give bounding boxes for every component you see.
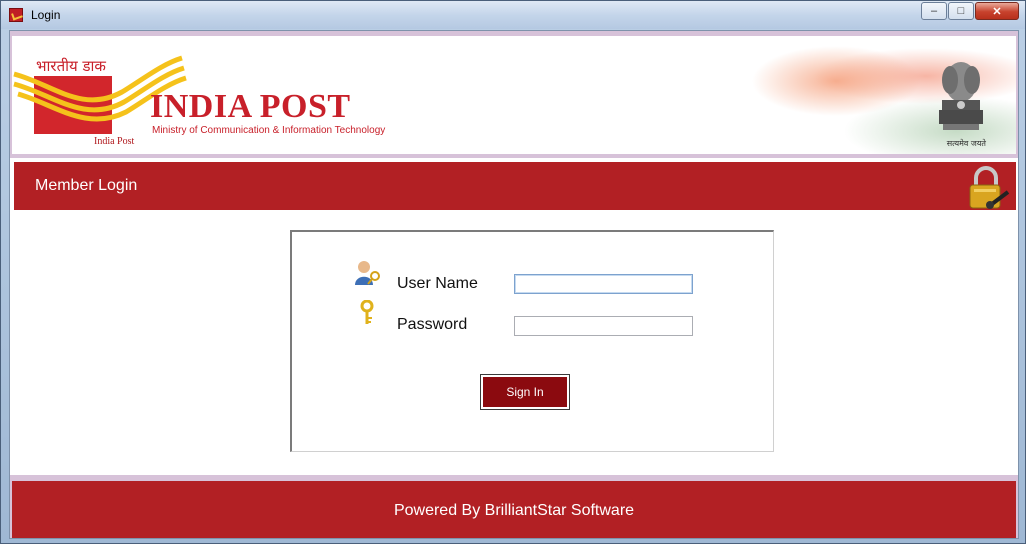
key-icon [360,300,374,324]
sign-in-label: Sign In [483,377,567,407]
window-title: Login [31,8,61,22]
footer-frame: Powered By BrilliantStar Software [10,475,1018,538]
maximize-button[interactable]: □ [948,2,974,20]
user-key-icon [355,261,380,285]
login-form-panel: User Name Password Sign In [290,230,774,452]
member-login-bar: Member Login [14,162,1016,210]
username-input[interactable] [514,274,693,294]
logo-caption: India Post [94,136,135,147]
footer-bar: Powered By BrilliantStar Software [12,481,1016,538]
sign-in-button[interactable]: Sign In [480,374,570,410]
password-input[interactable] [514,316,693,336]
window-controls: – □ ✕ [920,2,1019,20]
title-bar[interactable]: Login – □ ✕ [1,1,1025,29]
header-banner: भारतीय डाक India Post INDIA POST Ministr… [12,36,1016,154]
close-button[interactable]: ✕ [975,2,1019,20]
member-login-title: Member Login [35,177,138,194]
app-icon [9,8,23,22]
hindi-logo-text: भारतीय डाक [36,57,106,75]
footer-text: Powered By BrilliantStar Software [393,501,635,519]
national-emblem-icon [939,62,983,130]
username-label: User Name [397,275,478,292]
minimize-button[interactable]: – [921,2,947,20]
password-label: Password [397,316,468,333]
banner-frame: भारतीय डाक India Post INDIA POST Ministr… [10,31,1018,158]
login-window: Login – □ ✕ भारतीय डाक India Post INDIA … [0,0,1026,544]
brand-subtitle: Ministry of Communication & Information … [152,125,386,136]
client-area: भारतीय डाक India Post INDIA POST Ministr… [9,30,1019,539]
padlock-icon [969,166,1010,209]
emblem-caption: सत्यमेव जयते [946,139,986,148]
brand-title: INDIA POST [150,88,351,125]
